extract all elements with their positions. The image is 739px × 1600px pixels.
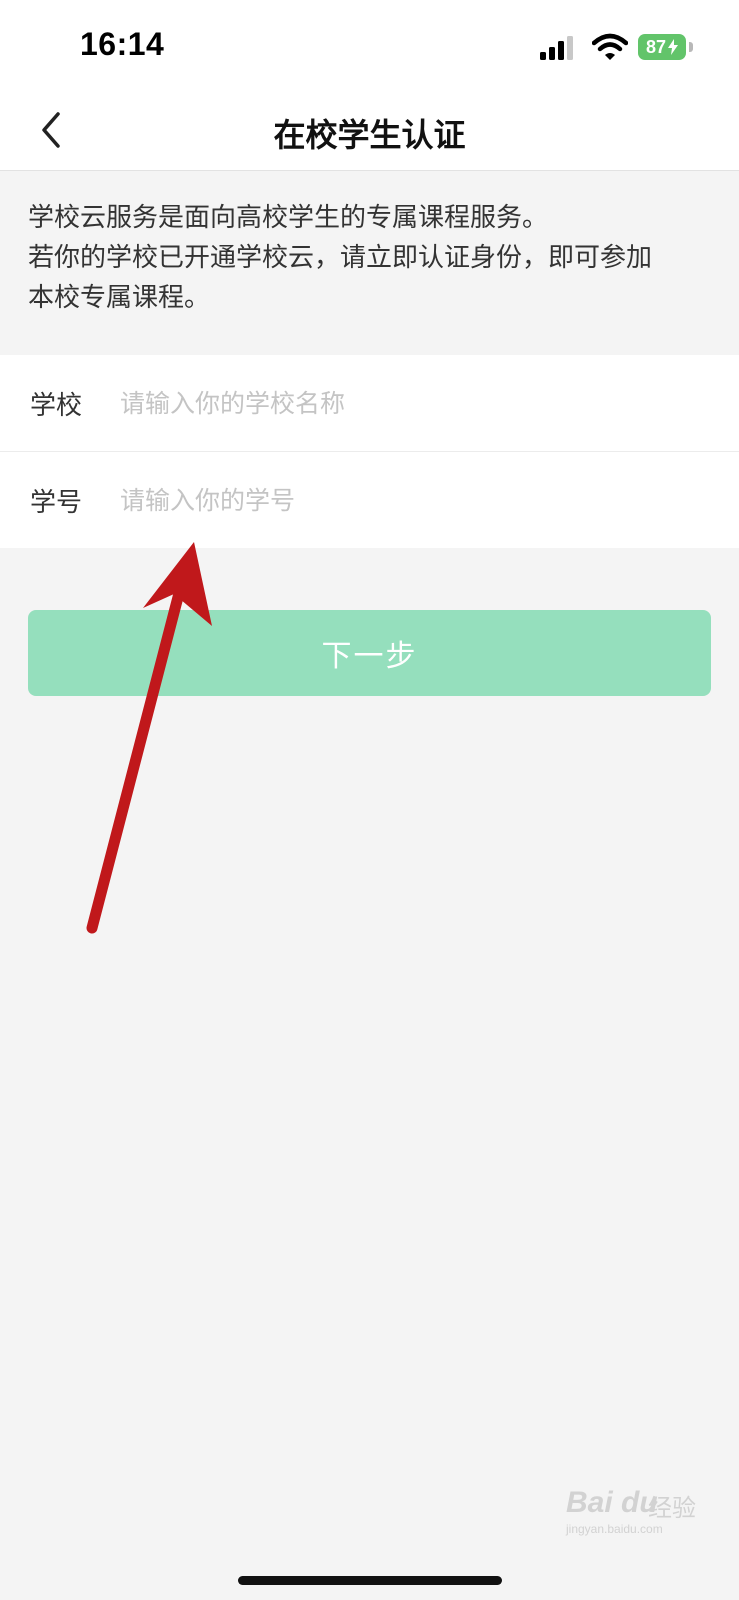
wifi-icon [592, 33, 628, 60]
status-bar: 16:14 87 [0, 0, 739, 90]
school-row: 学校 [0, 355, 739, 451]
battery-level: 87 [645, 36, 667, 57]
intro-text: 学校云服务是面向高校学生的专属课程服务。 若你的学校已开通学校云，请立即认证身份… [28, 198, 718, 318]
student-id-row: 学号 [0, 451, 739, 548]
nav-bar: 在校学生认证 [0, 90, 739, 171]
cellular-signal-icon [540, 36, 573, 60]
watermark-url: jingyan.baidu.com [566, 1522, 663, 1536]
watermark-brand: Bai du [566, 1486, 658, 1519]
next-button[interactable]: 下一步 [28, 610, 711, 696]
home-indicator[interactable] [238, 1576, 502, 1585]
battery-charging-icon: 87 [638, 34, 686, 60]
school-input[interactable] [120, 388, 739, 418]
student-id-label: 学号 [30, 487, 83, 518]
baidu-jingyan-watermark: Bai du 经验 jingyan.baidu.com [566, 1478, 711, 1538]
battery-cap [689, 42, 693, 52]
verification-form: 学校 学号 [0, 355, 739, 548]
intro-line: 本校专属课程。 [28, 283, 211, 313]
charging-bolt-icon [668, 39, 679, 55]
watermark-text: 经验 [648, 1494, 696, 1522]
page-title: 在校学生认证 [273, 116, 466, 154]
status-time: 16:14 [80, 26, 165, 62]
intro-line: 学校云服务是面向高校学生的专属课程服务。 [28, 203, 549, 233]
intro-line: 若你的学校已开通学校云，请立即认证身份，即可参加 [28, 243, 653, 273]
school-label: 学校 [30, 390, 83, 421]
student-id-input[interactable] [120, 485, 739, 515]
